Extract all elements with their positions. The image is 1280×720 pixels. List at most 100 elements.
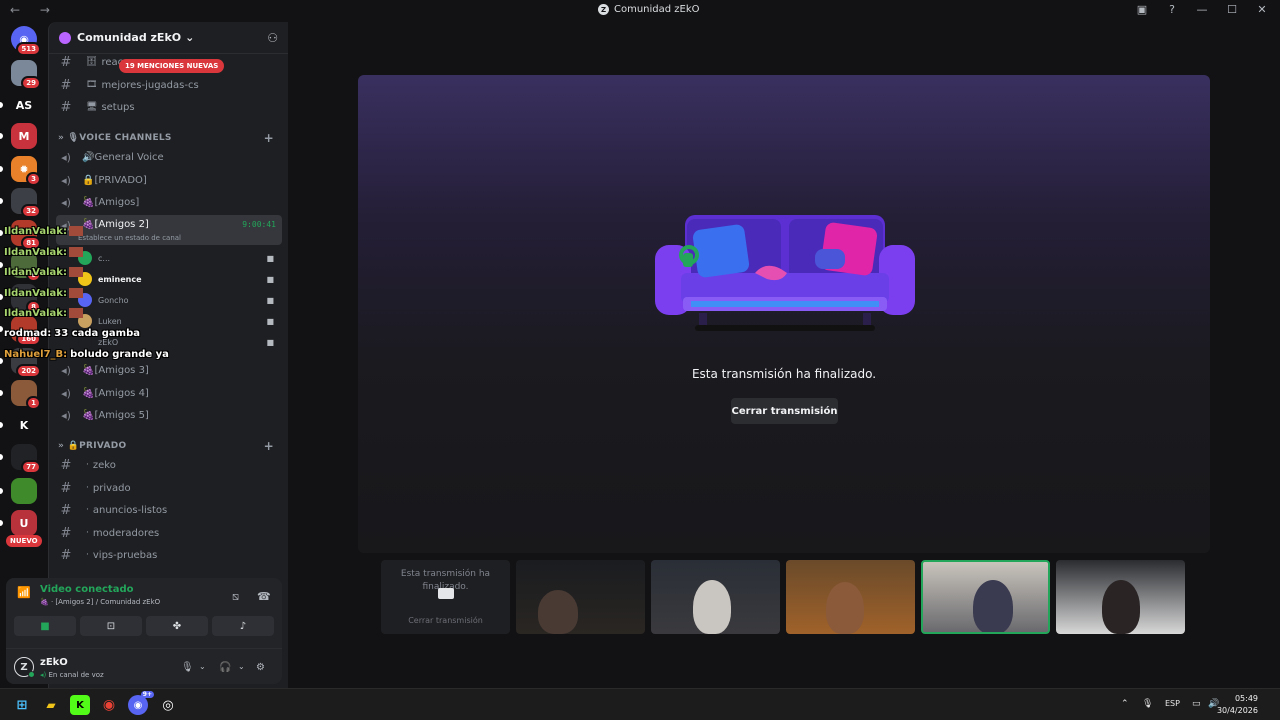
new-mentions-pill[interactable]: 19 MENCIONES NUEVAS — [119, 59, 225, 73]
username[interactable]: zEkO — [40, 657, 68, 668]
connection-signal-icon[interactable]: 📶 — [14, 586, 34, 606]
obs-icon[interactable]: ◎ — [158, 695, 178, 715]
windows-taskbar: ⊞ ▰ K ◉ ◉ 9+ ◎ ⌃ 🎙 ESP ▭ 🔊 05:49 30/4/202… — [0, 688, 1280, 720]
headphones-icon[interactable]: 🎧 — [219, 662, 231, 673]
voice-user-name: Goncho — [98, 295, 129, 305]
video-tile[interactable] — [651, 560, 780, 634]
voice-channel[interactable]: ◂) 🔊 General Voice — [56, 147, 282, 167]
voice-channel[interactable]: ◂) 🔒 [PRIVADO] — [56, 170, 282, 190]
microphone-icon[interactable]: 🎙 — [181, 662, 194, 673]
disconnect-icon[interactable]: ☎ — [257, 590, 271, 603]
chat-emote-icon — [68, 226, 83, 236]
file-explorer-icon[interactable]: ▰ — [41, 695, 61, 715]
voice-channel[interactable]: ◂) 🍇 [Amigos 5] — [56, 405, 282, 425]
activities-button[interactable]: ✤ — [146, 616, 208, 636]
input-language[interactable]: ESP — [1165, 699, 1180, 708]
invite-people-icon[interactable]: ⚇ — [267, 31, 278, 45]
chat-text: 33 cada gamba — [54, 328, 140, 339]
channel-mejores-jugadas-cs[interactable]: # 🎞 mejores-jugadas-cs — [56, 75, 282, 95]
avatar[interactable]: Z — [14, 657, 35, 678]
channel-moderadores[interactable]: # · moderadores — [56, 523, 282, 543]
audio-options-chevron-icon[interactable]: ⌄ — [238, 662, 245, 671]
channel-anuncios-listos[interactable]: # · anuncios-listos — [56, 500, 282, 520]
discord-taskbar-icon[interactable]: ◉ 9+ — [128, 691, 154, 715]
activities-icon: ✤ — [172, 620, 182, 632]
channel-dot: · — [86, 483, 89, 493]
unread-pill — [0, 326, 3, 332]
category-chevron-icon: » 🔒 — [58, 441, 80, 451]
network-icon[interactable]: ▭ — [1192, 699, 1201, 709]
settings-gear-icon[interactable]: ⚙ — [256, 662, 265, 673]
channel-privado[interactable]: # · privado — [56, 478, 282, 498]
maximize-icon[interactable]: ☐ — [1224, 3, 1240, 16]
server-11-icon[interactable]: 1 — [11, 380, 41, 410]
voice-user[interactable]: eminence ■ — [78, 269, 278, 289]
video-tile[interactable] — [1056, 560, 1185, 634]
channel-setups[interactable]: # 🖥 setups — [56, 97, 282, 117]
server-sun-icon[interactable]: ✹ 3 — [11, 156, 41, 186]
avatar-initial: Z — [20, 661, 28, 673]
channel-name: moderadores — [92, 527, 160, 539]
server-header[interactable]: Comunidad zEkO ⌄ ⚇ — [49, 22, 288, 54]
hash-icon: # — [60, 547, 72, 563]
guild-badge: 513 — [16, 42, 41, 56]
voice-channels-category[interactable]: » 🎙 VOICE CHANNELS + — [58, 130, 278, 146]
unread-pill — [0, 262, 3, 268]
kick-app-icon[interactable]: K — [70, 695, 90, 715]
screenshare-button[interactable]: ⊡ — [80, 616, 142, 636]
server-as-icon[interactable]: AS — [11, 92, 37, 118]
screenshare-icon: ⊡ — [106, 620, 116, 632]
channel-zeko[interactable]: # · zeko — [56, 455, 282, 475]
tile-close-stream-button[interactable]: Cerrar transmisión — [381, 616, 510, 625]
title-bar: ← → Z Comunidad zEkO ▣ ? — ☐ ✕ — [0, 0, 1280, 22]
noise-suppression-icon[interactable]: ⧅ — [232, 590, 239, 604]
video-tile[interactable] — [786, 560, 915, 634]
mic-options-chevron-icon[interactable]: ⌄ — [199, 662, 206, 671]
server-5-icon[interactable]: 32 — [11, 188, 41, 218]
inbox-icon[interactable]: ▣ — [1134, 3, 1150, 16]
server-kick-icon[interactable]: K — [11, 412, 37, 438]
unread-pill — [0, 358, 3, 364]
server-13-icon[interactable]: 77 — [11, 444, 41, 474]
chat-username: IldanValak: — [4, 267, 67, 278]
windows-start-icon[interactable]: ⊞ — [12, 695, 32, 715]
channel-emoji: 🔒 — [82, 174, 95, 186]
voice-channel[interactable]: ◂) 🍇 [Amigos 3] — [56, 360, 282, 380]
stream-chat-message: IldanValak: — [4, 288, 88, 299]
nuevo-badge[interactable]: NUEVO — [6, 535, 42, 547]
channel-emoji: 🔊 — [82, 151, 95, 163]
stream-ended-tile[interactable]: Esta transmisión ha finalizado. Cerrar t… — [381, 560, 510, 634]
voice-user[interactable]: Goncho ■ — [78, 290, 278, 310]
voice-status-title[interactable]: Video conectado — [40, 584, 133, 595]
voice-channel[interactable]: ◂) 🍇 [Amigos] — [56, 192, 282, 212]
channel-emoji: 🍇 — [82, 196, 95, 208]
minimize-icon[interactable]: — — [1194, 3, 1210, 16]
system-clock[interactable]: 05:49 30/4/2026 — [1217, 693, 1258, 717]
voice-channel[interactable]: ◂) 🍇 [Amigos 4] — [56, 383, 282, 403]
show-hidden-icons-icon[interactable]: ⌃ — [1121, 699, 1129, 709]
private-category[interactable]: » 🔒 PRIVADO + — [58, 438, 278, 454]
microphone-tray-icon[interactable]: 🎙 — [1142, 699, 1153, 709]
speaker-icon: ◂) — [61, 363, 71, 377]
camera-button[interactable]: ■ — [14, 616, 76, 636]
soundboard-button[interactable]: ♪ — [212, 616, 274, 636]
server-14-icon[interactable] — [11, 478, 37, 504]
chrome-icon[interactable]: ◉ — [99, 695, 119, 715]
discord-home-icon[interactable]: ◉ 513 — [11, 26, 41, 56]
video-tile[interactable] — [516, 560, 645, 634]
close-stream-button[interactable]: Cerrar transmisión — [731, 398, 838, 424]
channel-dot: · — [86, 550, 89, 560]
channel-name: [Amigos 3] — [94, 364, 149, 376]
user-status: ◂) En canal de voz — [40, 671, 104, 679]
back-forward-icons[interactable]: ← → — [10, 3, 58, 17]
voice-channel[interactable]: ◂) 🍇 [Amigos 2] 9:00:41 Establece un estado … — [56, 215, 282, 245]
help-icon[interactable]: ? — [1164, 3, 1180, 16]
video-tile-selected[interactable] — [921, 560, 1050, 634]
close-icon[interactable]: ✕ — [1254, 3, 1270, 16]
voice-user[interactable]: c... ■ — [78, 248, 278, 268]
unread-pill — [0, 133, 3, 139]
server-15-icon[interactable]: U — [11, 510, 37, 536]
server-red-icon[interactable]: M — [11, 123, 37, 149]
server-1-icon[interactable]: 29 — [11, 60, 41, 90]
channel-vips-pruebas[interactable]: # · vips-pruebas — [56, 545, 282, 565]
